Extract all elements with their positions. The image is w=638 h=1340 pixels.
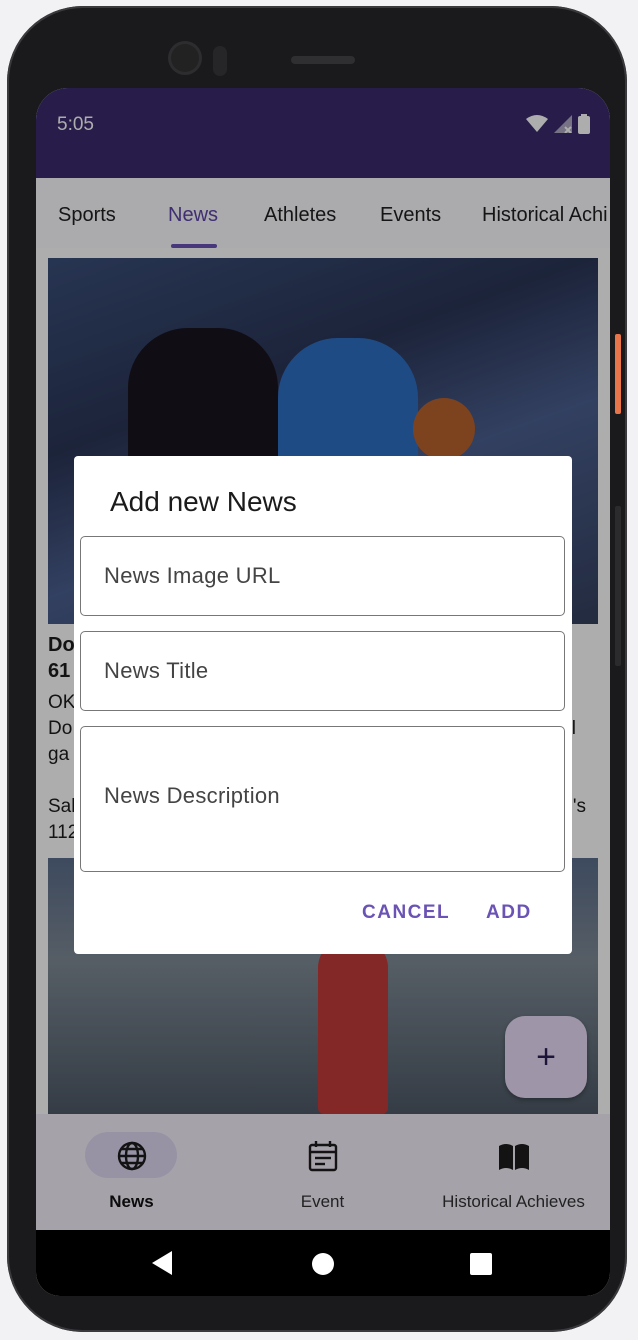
sensor: [213, 46, 227, 76]
news-title-field[interactable]: [80, 631, 565, 711]
add-button[interactable]: ADD: [486, 902, 532, 924]
dialog-title: Add new News: [110, 486, 297, 517]
cancel-button[interactable]: CANCEL: [362, 902, 450, 924]
power-button: [615, 334, 621, 414]
front-camera: [171, 44, 199, 72]
add-news-dialog: Add new News CANCEL ADD: [74, 456, 572, 954]
news-description-field[interactable]: [80, 726, 565, 872]
system-navigation-bar: [36, 1230, 610, 1296]
news-image-url-input[interactable]: [81, 537, 544, 615]
phone-frame: 5:05 Sports News Athletes Events Histori…: [7, 6, 627, 1332]
news-image-url-field[interactable]: [80, 536, 565, 616]
back-icon[interactable]: [152, 1251, 172, 1275]
recents-icon[interactable]: [470, 1253, 492, 1275]
news-description-input[interactable]: [81, 727, 521, 871]
home-icon[interactable]: [312, 1253, 334, 1275]
volume-button: [615, 506, 621, 666]
news-title-input[interactable]: [81, 632, 544, 710]
earpiece-speaker: [291, 56, 355, 64]
screen: 5:05 Sports News Athletes Events Histori…: [36, 88, 610, 1296]
